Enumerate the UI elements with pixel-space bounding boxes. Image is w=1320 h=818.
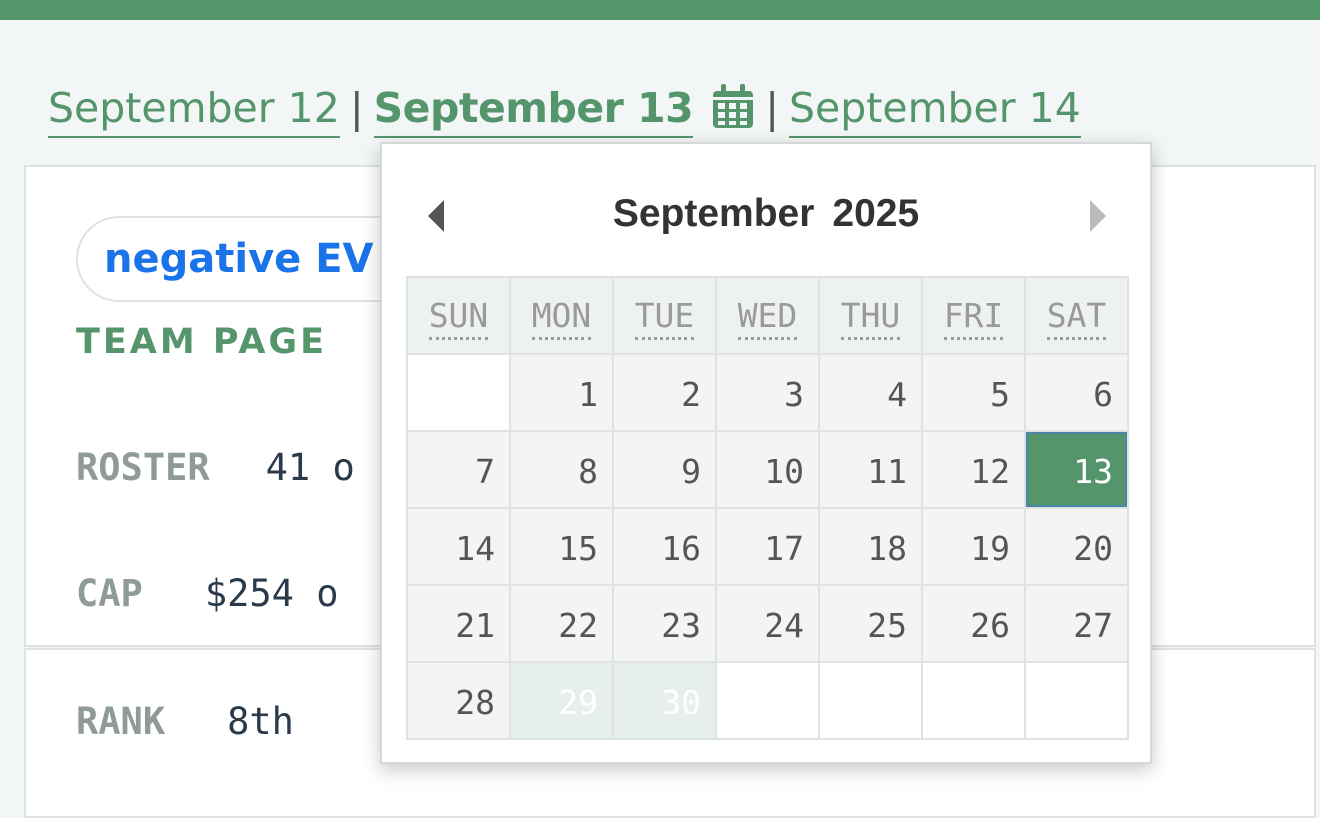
weekday-header: THU — [820, 278, 921, 353]
calendar-day[interactable]: 18 — [820, 509, 921, 584]
calendar-day[interactable]: 14 — [408, 509, 509, 584]
weekday-label: SAT — [1046, 296, 1107, 340]
prev-date-link[interactable]: September 12 — [48, 80, 340, 138]
caret-right-icon[interactable] — [1088, 198, 1108, 234]
calendar-day[interactable]: 21 — [408, 586, 509, 661]
calendar-day[interactable]: 22 — [511, 586, 612, 661]
calendar-day[interactable]: 1 — [511, 355, 612, 430]
calendar-day[interactable]: 7 — [408, 432, 509, 507]
calendar-day[interactable]: 26 — [923, 586, 1024, 661]
calendar-day[interactable]: 6 — [1026, 355, 1127, 430]
calendar-day[interactable]: 3 — [717, 355, 818, 430]
roster-label: ROSTER — [76, 446, 210, 489]
calendar-empty-cell — [717, 663, 818, 738]
datepicker-title: September 2025 — [382, 192, 1150, 236]
datepicker-month: September — [612, 192, 815, 235]
weekday-label: WED — [737, 296, 798, 340]
weekday-header: TUE — [614, 278, 715, 353]
calendar-day[interactable]: 27 — [1026, 586, 1127, 661]
calendar-day[interactable]: 28 — [408, 663, 509, 738]
weekday-header: FRI — [923, 278, 1024, 353]
calendar-day[interactable]: 20 — [1026, 509, 1127, 584]
weekday-header: MON — [511, 278, 612, 353]
calendar-icon[interactable] — [711, 84, 755, 130]
weekday-header: WED — [717, 278, 818, 353]
calendar-day[interactable]: 10 — [717, 432, 818, 507]
calendar-day[interactable]: 23 — [614, 586, 715, 661]
date-navigation: September 12 | September 13 | September … — [48, 80, 1081, 142]
rank-stat: RANK 8th — [76, 700, 294, 743]
team-page-link[interactable]: TEAM PAGE — [76, 322, 327, 362]
rank-value: 8th — [227, 700, 294, 743]
weekday-label: THU — [840, 296, 901, 340]
weekday-label: TUE — [634, 296, 695, 340]
calendar-empty-cell — [408, 355, 509, 430]
calendar-day[interactable]: 5 — [923, 355, 1024, 430]
rank-label: RANK — [76, 700, 166, 743]
datepicker-year: 2025 — [832, 192, 920, 235]
calendar-day[interactable]: 4 — [820, 355, 921, 430]
calendar-grid: SUN MON TUE WED THU FRI SAT 1 2 3 4 5 6 7 8 9 10 11 12 13 14… — [406, 276, 1129, 740]
calendar-empty-cell — [1026, 663, 1127, 738]
date-separator: | — [349, 84, 364, 132]
calendar-day[interactable]: 19 — [923, 509, 1024, 584]
calendar-day[interactable]: 8 — [511, 432, 612, 507]
calendar-day[interactable]: 12 — [923, 432, 1024, 507]
calendar-day[interactable]: 17 — [717, 509, 818, 584]
top-accent-bar — [0, 0, 1320, 20]
datepicker-popup: September 2025 SUN MON TUE WED THU FRI SAT 1 2 3 4 5… — [380, 142, 1152, 764]
cap-label: CAP — [76, 572, 143, 615]
roster-stat: ROSTER 41 o — [76, 446, 355, 489]
next-date-link[interactable]: September 14 — [789, 80, 1081, 138]
weekday-label: FRI — [943, 296, 1004, 340]
weekday-header: SAT — [1026, 278, 1127, 353]
weekday-header: SUN — [408, 278, 509, 353]
weekday-label: SUN — [428, 296, 489, 340]
calendar-day-selected[interactable]: 13 — [1026, 432, 1127, 507]
calendar-day[interactable]: 2 — [614, 355, 715, 430]
current-date-link[interactable]: September 13 — [373, 80, 694, 138]
calendar-day[interactable]: 25 — [820, 586, 921, 661]
calendar-day-disabled: 30 — [614, 663, 715, 738]
date-separator: | — [765, 84, 780, 132]
cap-value: $254 o — [204, 572, 339, 615]
calendar-day[interactable]: 24 — [717, 586, 818, 661]
calendar-day[interactable]: 11 — [820, 432, 921, 507]
calendar-day[interactable]: 9 — [614, 432, 715, 507]
calendar-empty-cell — [820, 663, 921, 738]
calendar-day[interactable]: 15 — [511, 509, 612, 584]
cap-stat: CAP $254 o — [76, 572, 338, 615]
calendar-empty-cell — [923, 663, 1024, 738]
calendar-day[interactable]: 16 — [614, 509, 715, 584]
roster-value: 41 o — [265, 446, 355, 489]
weekday-label: MON — [531, 296, 592, 340]
calendar-day-disabled: 29 — [511, 663, 612, 738]
